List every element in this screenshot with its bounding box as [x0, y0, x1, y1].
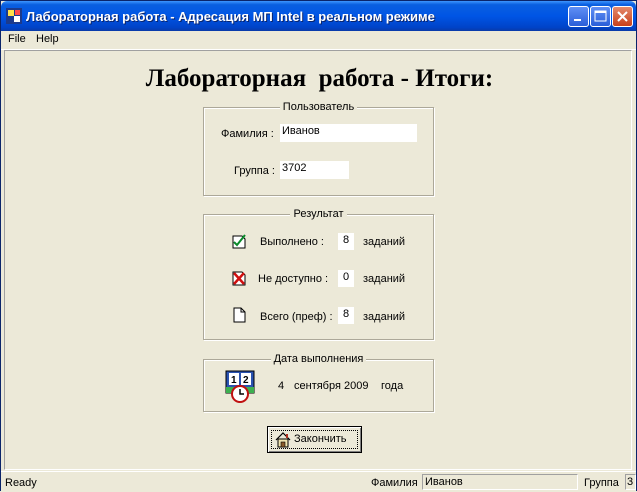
- surname-field[interactable]: Иванов: [280, 124, 417, 142]
- date-month: сентября: [294, 380, 341, 392]
- maximize-icon: [594, 10, 607, 22]
- menu-bar: File Help: [1, 31, 636, 50]
- calendar-clock-icon: 1 2: [225, 370, 255, 403]
- date-suffix: года: [381, 380, 404, 392]
- app-window: Лабораторная работа - Адресация МП Intel…: [0, 0, 637, 492]
- svg-text:1: 1: [231, 375, 237, 386]
- finish-button[interactable]: Закончить: [267, 426, 362, 453]
- unavailable-unit: заданий: [363, 273, 406, 285]
- maximize-button[interactable]: [590, 6, 611, 27]
- finish-button-label: Закончить: [294, 433, 347, 445]
- user-group: Пользователь: [203, 101, 434, 196]
- group-label: Группа :: [234, 165, 275, 177]
- minimize-button[interactable]: [568, 6, 589, 27]
- window-title: Лабораторная работа - Адресация МП Intel…: [26, 9, 435, 24]
- checked-document-icon: [232, 234, 246, 249]
- unavailable-label: Не доступно :: [258, 273, 329, 285]
- app-icon: [6, 8, 22, 24]
- status-surname-label: Фамилия: [371, 477, 418, 489]
- status-text: Ready: [5, 477, 37, 489]
- blank-document-icon: [233, 307, 246, 323]
- crossed-document-icon: [232, 271, 246, 286]
- completed-unit: заданий: [363, 236, 406, 248]
- minimize-icon: [574, 19, 581, 21]
- page-title: Лабораторная работа - Итоги:: [145, 65, 494, 92]
- status-surname-value: Иванов: [422, 474, 578, 490]
- menu-file[interactable]: File: [8, 33, 26, 45]
- total-label: Всего (преф) :: [260, 311, 333, 323]
- group-field[interactable]: 3702: [280, 161, 349, 179]
- svg-text:2: 2: [243, 375, 249, 386]
- total-value: 8: [338, 307, 354, 324]
- completed-value: 8: [338, 233, 354, 250]
- home-icon: [275, 432, 291, 448]
- result-group-legend: Результат: [290, 208, 347, 220]
- date-year: 2009: [344, 380, 369, 392]
- status-group-label: Группа: [584, 477, 619, 489]
- close-icon: [617, 11, 628, 22]
- completed-label: Выполнено :: [260, 236, 324, 248]
- close-button[interactable]: [612, 6, 633, 27]
- unavailable-value: 0: [338, 270, 354, 287]
- status-group-value: 3: [625, 474, 636, 490]
- status-bar: Ready Фамилия Иванов Группа 3: [1, 471, 636, 492]
- user-group-legend: Пользователь: [279, 101, 358, 113]
- date-group-legend: Дата выполнения: [270, 353, 367, 365]
- total-unit: заданий: [363, 311, 406, 323]
- menu-help[interactable]: Help: [36, 33, 59, 45]
- surname-label: Фамилия :: [221, 128, 274, 140]
- date-day: 4: [278, 380, 285, 392]
- title-bar[interactable]: Лабораторная работа - Адресация МП Intel…: [1, 1, 636, 31]
